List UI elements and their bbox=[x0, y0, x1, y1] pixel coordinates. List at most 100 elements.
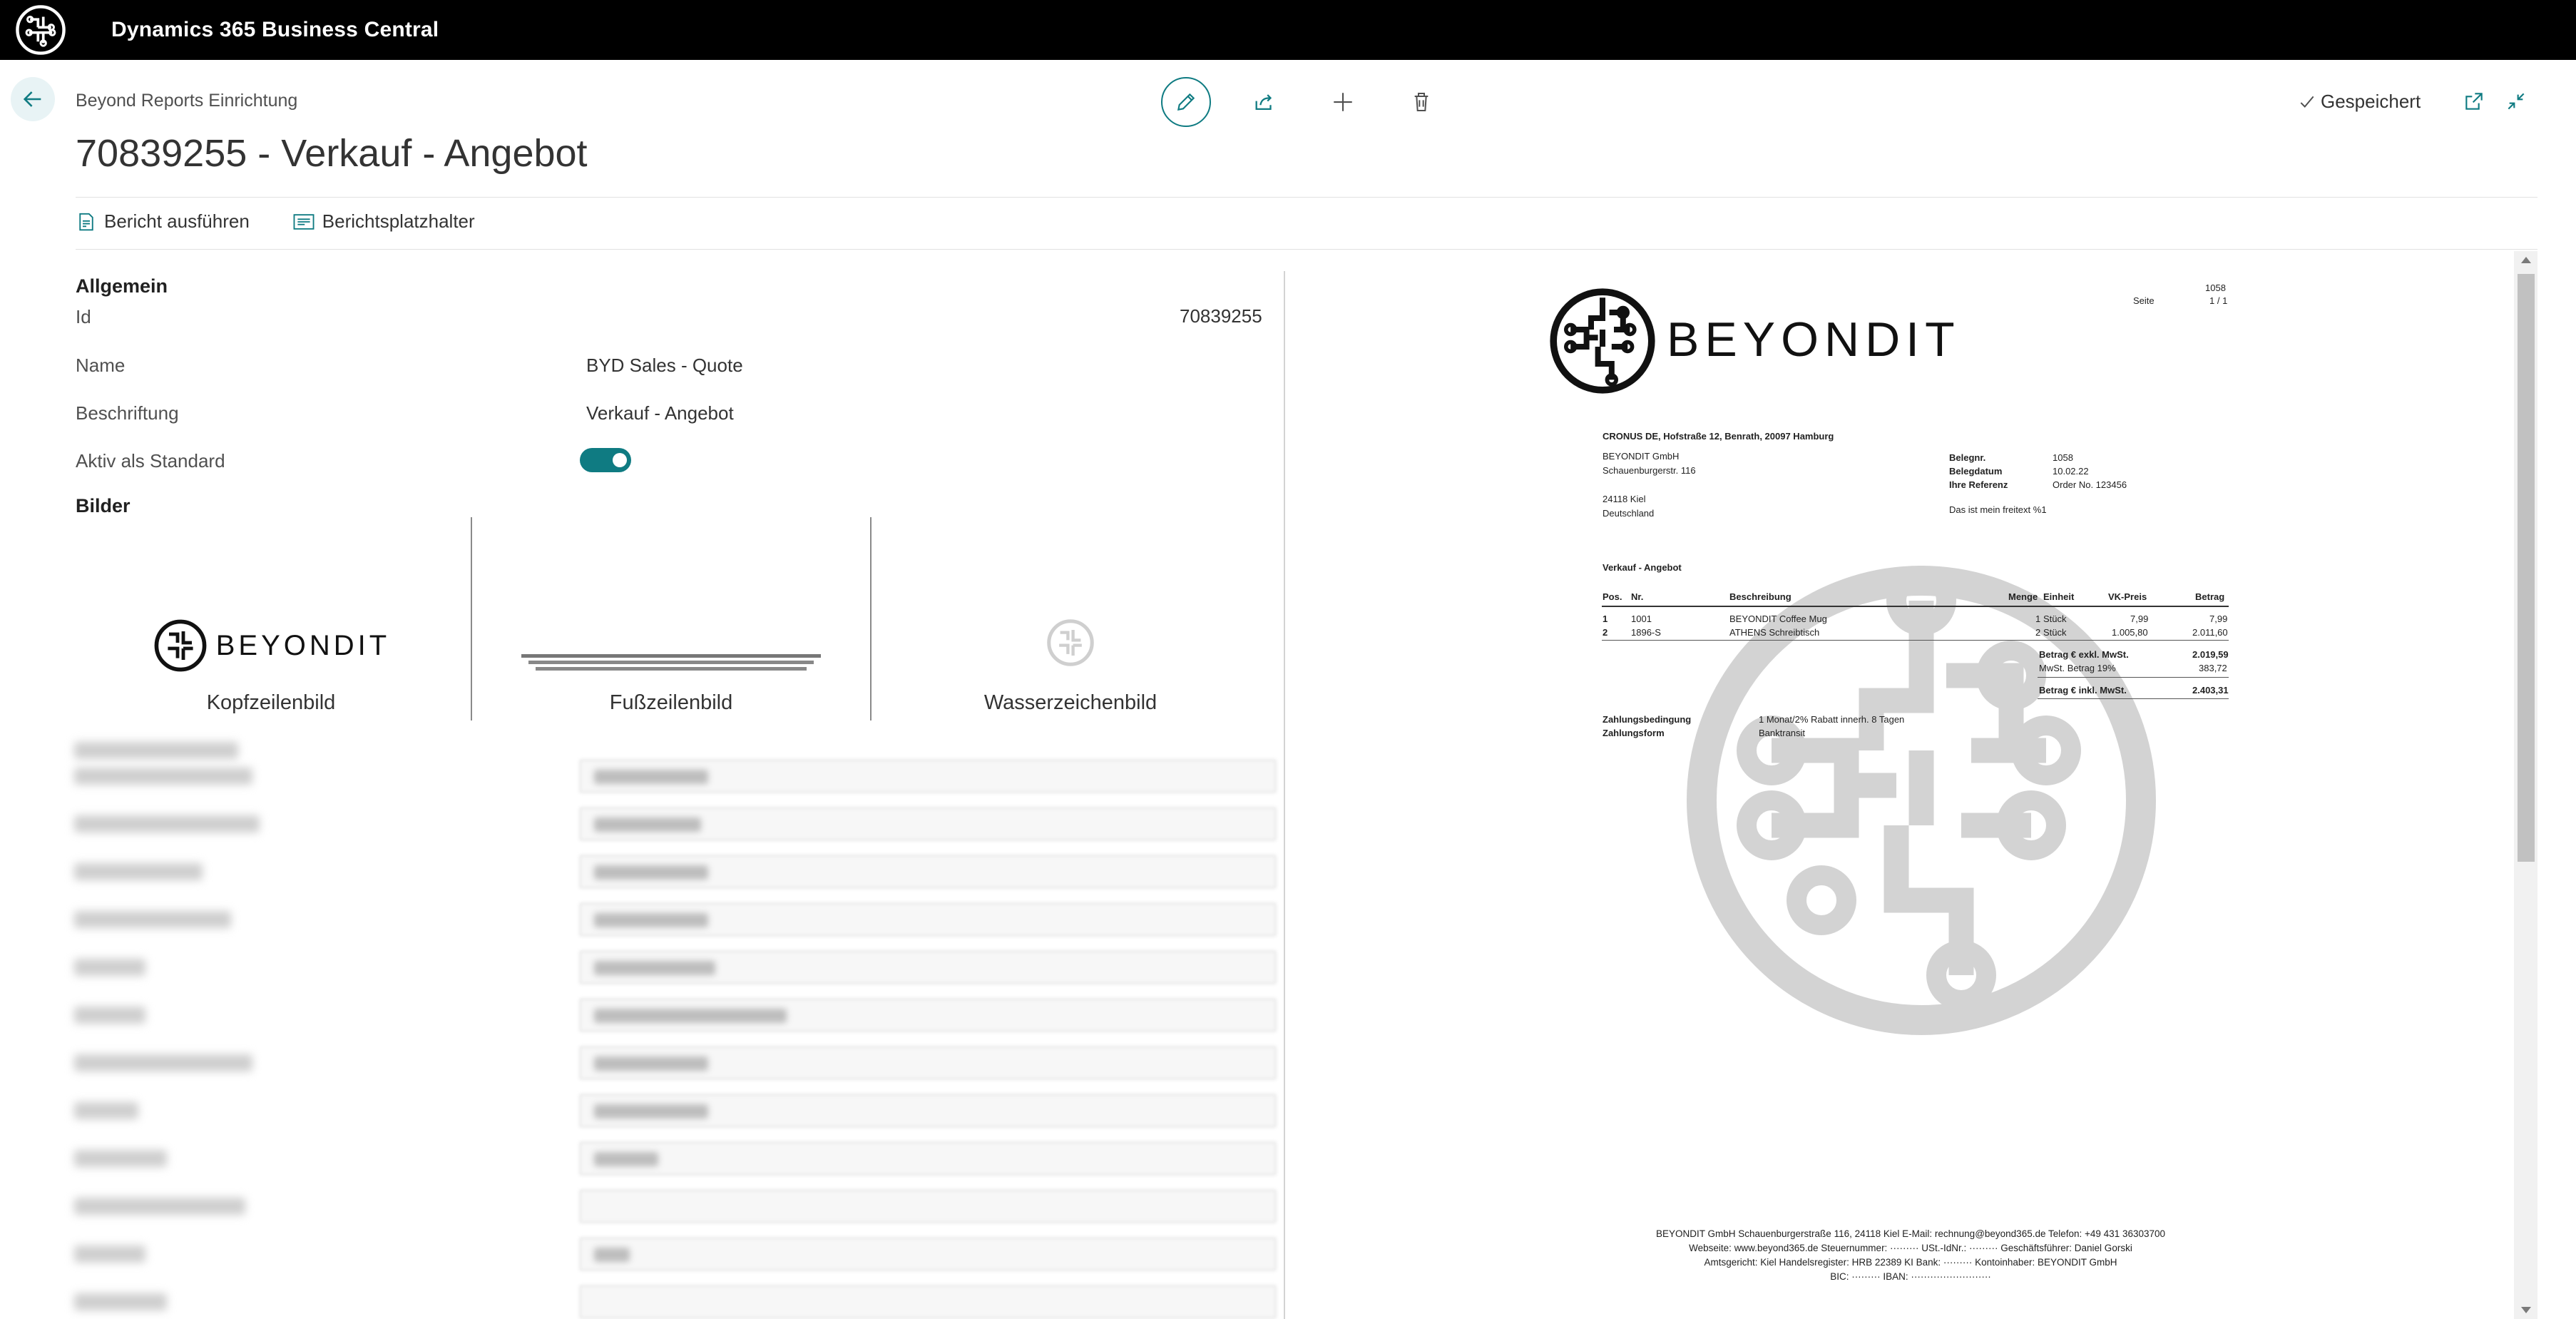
collapse-button[interactable] bbox=[2502, 87, 2530, 116]
preview-info-value: 10.02.22 bbox=[2053, 466, 2089, 477]
preview-cell: BEYONDIT Coffee Mug bbox=[1729, 613, 1827, 624]
preview-total-label: Betrag € inkl. MwSt. bbox=[2039, 685, 2127, 696]
default-label: Aktiv als Standard bbox=[76, 450, 225, 472]
name-label: Name bbox=[76, 355, 126, 376]
preview-col-header: Betrag bbox=[2195, 591, 2225, 602]
image-cards: BEYONDIT Kopfzeilenbild Fußzeilenbild Wa… bbox=[71, 517, 1269, 720]
preview-doc-title: Verkauf - Angebot bbox=[1603, 562, 1682, 573]
section-general[interactable]: Allgemein bbox=[76, 275, 168, 297]
new-button[interactable] bbox=[1318, 77, 1368, 127]
redacted-field[interactable] bbox=[71, 807, 1277, 842]
header-image-card[interactable]: BEYONDIT Kopfzeilenbild bbox=[71, 517, 471, 720]
caption-field[interactable]: Verkauf - Angebot bbox=[586, 402, 734, 424]
preview-cell: Stück bbox=[2043, 613, 2067, 624]
redacted-field[interactable] bbox=[71, 855, 1277, 890]
report-document: BEYONDIT 1058 Seite 1 / 1 CRONUS DE, Hof… bbox=[1287, 251, 2513, 1319]
page-actions bbox=[1161, 77, 1446, 127]
preview-cell: 1896-S bbox=[1631, 627, 1661, 638]
collapse-icon bbox=[2508, 93, 2525, 110]
preview-freetext: Das ist mein freitext %1 bbox=[1949, 504, 2047, 515]
footer-image bbox=[472, 653, 870, 674]
redacted-field[interactable] bbox=[71, 1046, 1277, 1081]
table-lines-end bbox=[1602, 640, 2229, 641]
edit-button[interactable] bbox=[1161, 77, 1211, 127]
preview-total-label: MwSt. Betrag 19% bbox=[2039, 663, 2116, 673]
run-report-icon bbox=[79, 213, 93, 230]
preview-cell: 7,99 bbox=[2130, 613, 2149, 624]
totals-line bbox=[2038, 677, 2229, 678]
redacted-field[interactable] bbox=[71, 1285, 1277, 1319]
delete-icon bbox=[1414, 93, 1428, 111]
name-field[interactable]: BYD Sales - Quote bbox=[586, 355, 743, 377]
delete-button[interactable] bbox=[1396, 77, 1446, 127]
redacted-field[interactable] bbox=[71, 950, 1277, 986]
preview-payment-terms-label: Zahlungsbedingung bbox=[1603, 714, 1692, 725]
preview-payment-method-value: Banktransit bbox=[1759, 728, 1806, 738]
preview-info-label: Ihre Referenz bbox=[1949, 479, 2008, 490]
id-value: 70839255 bbox=[1180, 305, 1262, 327]
open-new-window-button[interactable] bbox=[2460, 87, 2488, 116]
pane-divider[interactable] bbox=[1284, 271, 1285, 1319]
redacted-field[interactable] bbox=[71, 1141, 1277, 1177]
breadcrumb[interactable]: Beyond Reports Einrichtung bbox=[76, 91, 297, 111]
redacted-field[interactable] bbox=[71, 902, 1277, 938]
share-icon bbox=[1255, 94, 1272, 111]
preview-page-value: 1 / 1 bbox=[2209, 295, 2228, 306]
header-divider bbox=[76, 197, 2537, 198]
footer-image-card[interactable]: Fußzeilenbild bbox=[471, 517, 870, 720]
edit-icon bbox=[1177, 93, 1195, 111]
watermark-image bbox=[872, 617, 1269, 668]
preview-address-line: Schauenburgerstr. 116 bbox=[1603, 465, 1696, 476]
redacted-field[interactable] bbox=[71, 1237, 1277, 1273]
preview-col-header: Nr. bbox=[1631, 591, 1644, 602]
redacted-field[interactable] bbox=[71, 998, 1277, 1034]
preview-logo-text: BEYONDIT bbox=[1667, 312, 1961, 367]
preview-address-line: Deutschland bbox=[1603, 508, 1655, 519]
redacted-field[interactable] bbox=[71, 759, 1277, 795]
back-button[interactable] bbox=[11, 77, 55, 121]
scroll-up-arrow-icon[interactable] bbox=[2521, 257, 2531, 263]
run-report-button[interactable]: Bericht ausführen bbox=[76, 210, 250, 233]
scrollbar-thumb[interactable] bbox=[2518, 274, 2535, 862]
preview-info-label: Belegnr. bbox=[1949, 452, 1986, 463]
toolbar-divider bbox=[76, 249, 2537, 250]
report-placeholders-label: Berichtsplatzhalter bbox=[322, 210, 475, 232]
preview-col-header: Einheit bbox=[2043, 591, 2075, 602]
watermark-image-caption: Wasserzeichenbild bbox=[983, 691, 1157, 714]
id-label: Id bbox=[76, 306, 91, 327]
app-bar: Dynamics 365 Business Central bbox=[0, 0, 2576, 60]
section-images[interactable]: Bilder bbox=[76, 495, 131, 517]
scroll-down-arrow-icon[interactable] bbox=[2521, 1307, 2531, 1313]
report-preview[interactable]: BEYONDIT 1058 Seite 1 / 1 CRONUS DE, Hof… bbox=[1287, 251, 2537, 1319]
preview-footer-line: BIC: ········· IBAN: ···················… bbox=[1830, 1271, 1991, 1282]
report-placeholders-button[interactable]: Berichtsplatzhalter bbox=[292, 210, 475, 233]
header-image-caption: Kopfzeilenbild bbox=[206, 691, 336, 714]
preview-address-line: 24118 Kiel bbox=[1603, 494, 1646, 504]
placeholder-icon bbox=[293, 213, 315, 230]
preview-info-value: Order No. 123456 bbox=[2053, 479, 2127, 490]
preview-cell: 1001 bbox=[1631, 613, 1652, 624]
preview-scrollbar[interactable] bbox=[2514, 251, 2537, 1319]
redacted-field[interactable] bbox=[71, 1189, 1277, 1225]
preview-total-value: 2.019,59 bbox=[2192, 649, 2229, 660]
redacted-field[interactable] bbox=[71, 1094, 1277, 1129]
preview-cell: Stück bbox=[2043, 627, 2067, 638]
preview-total-value: 2.403,31 bbox=[2192, 685, 2229, 696]
preview-cell: 2 bbox=[1603, 627, 1608, 638]
preview-cell: 1 bbox=[2035, 613, 2041, 624]
preview-info-value: 1058 bbox=[2053, 452, 2073, 463]
app-title[interactable]: Dynamics 365 Business Central bbox=[111, 18, 439, 42]
preview-total-label: Betrag € exkl. MwSt. bbox=[2039, 649, 2129, 660]
caption-label: Beschriftung bbox=[76, 402, 179, 424]
preview-cell: 7,99 bbox=[2209, 613, 2228, 624]
saved-label: Gespeichert bbox=[2321, 91, 2421, 112]
preview-doc-number: 1058 bbox=[2205, 282, 2226, 293]
action-toolbar: Bericht ausführen Berichtsplatzhalter bbox=[76, 210, 475, 233]
footer-image-caption: Fußzeilenbild bbox=[609, 691, 733, 714]
watermark-image-card[interactable]: Wasserzeichenbild bbox=[870, 517, 1269, 720]
preview-page-label: Seite bbox=[2133, 295, 2155, 306]
default-toggle[interactable] bbox=[580, 448, 631, 472]
share-button[interactable] bbox=[1240, 77, 1289, 127]
page-title: 70839255 - Verkauf - Angebot bbox=[76, 132, 588, 175]
totals-line bbox=[2038, 698, 2229, 699]
